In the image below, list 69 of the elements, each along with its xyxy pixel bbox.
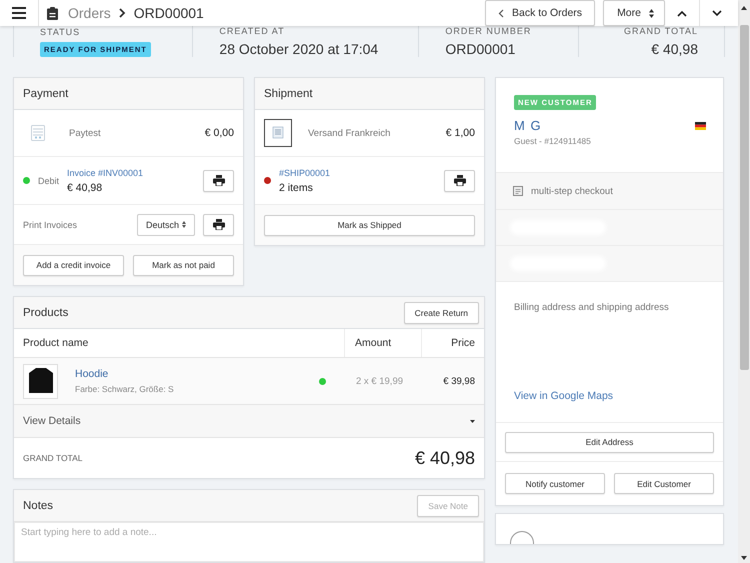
flag-icon xyxy=(695,122,706,130)
google-maps-link[interactable]: View in Google Maps xyxy=(514,390,705,402)
scroll-down-icon[interactable] xyxy=(741,556,747,560)
print-invoices-label: Print Invoices xyxy=(23,220,78,230)
invoice-link[interactable]: Invoice #INV00001 xyxy=(67,168,144,178)
printer-icon xyxy=(454,175,466,186)
summary-label: CREATED AT xyxy=(219,26,286,36)
printer-icon xyxy=(212,175,224,186)
scrollbar[interactable] xyxy=(738,0,750,563)
card-title: Notes xyxy=(23,500,54,512)
action-button[interactable]: Add a credit invoice xyxy=(23,254,124,276)
form-icon xyxy=(513,186,523,196)
package-label-icon xyxy=(264,119,292,147)
summary-label: ORDER NUMBER xyxy=(445,26,532,36)
create-return-button[interactable]: Create Return xyxy=(404,302,479,324)
price-cell-text: € 39,98 xyxy=(442,376,476,386)
grand-total-label: GRAND TOTAL xyxy=(23,453,83,463)
customer-action-button[interactable]: Notify customer xyxy=(505,473,605,494)
summary-value: € 40,98 xyxy=(651,41,698,57)
print-button[interactable] xyxy=(203,214,234,236)
summary-label: GRAND TOTAL xyxy=(624,26,698,36)
checkout-type: multi-step checkout xyxy=(531,186,613,196)
summary-value: 28 October 2020 at 17:04 xyxy=(219,41,380,57)
chevron-left-icon xyxy=(498,8,504,18)
hoodie-thumbnail xyxy=(23,364,58,398)
customer-action-button[interactable]: Edit Customer xyxy=(614,473,714,494)
column-header: Amount xyxy=(344,329,421,357)
action-button[interactable]: Mark as not paid xyxy=(133,254,234,276)
clipboard-icon xyxy=(47,6,58,20)
product-link[interactable]: Hoodie xyxy=(75,368,174,380)
amount-cell-text: 2 x € 19,99 xyxy=(355,376,404,386)
address-label: Billing address and shipping address xyxy=(514,302,670,313)
sort-caret-icon xyxy=(649,8,654,18)
print-button[interactable] xyxy=(203,170,234,192)
invoice-amount: € 40,98 xyxy=(67,182,104,194)
payment-status: Debit xyxy=(38,176,60,186)
customer-name[interactable]: M G xyxy=(514,118,542,133)
breadcrumb-link[interactable]: Orders xyxy=(68,5,111,21)
page-title: ORD00001 xyxy=(134,5,204,21)
summary-value: ORD00001 xyxy=(445,41,516,57)
guest-id: Guest - #124911485 xyxy=(514,136,592,146)
mark-shipped-button[interactable]: Mark as Shipped xyxy=(264,214,475,236)
card-title: Payment xyxy=(23,88,68,100)
shipping-amount: € 1,00 xyxy=(446,127,475,139)
card-title: Products xyxy=(23,306,68,318)
grand-total-value: € 40,98 xyxy=(414,448,475,468)
column-header: Price xyxy=(421,329,484,357)
column-header: Product name xyxy=(22,336,90,351)
card-reader-icon xyxy=(31,125,45,141)
card-title: Shipment xyxy=(264,88,313,100)
back-button[interactable]: Back to Orders xyxy=(485,0,596,26)
caret-down-icon xyxy=(470,420,475,422)
summary-label: STATUS xyxy=(40,26,82,36)
shipping-method: Versand Frankreich xyxy=(308,128,390,138)
shipment-link[interactable]: #SHIP00001 xyxy=(279,168,330,178)
chevron-right-icon xyxy=(118,8,126,18)
more-button[interactable]: More xyxy=(603,0,665,26)
print-button[interactable] xyxy=(444,170,475,192)
payment-amount: € 0,00 xyxy=(204,127,234,139)
printer-icon xyxy=(212,219,224,230)
item-count: 2 items xyxy=(279,182,314,194)
product-variant: Farbe: Schwarz, Größe: S xyxy=(75,384,174,394)
sort-caret-icon xyxy=(182,221,186,228)
note-input[interactable]: Start typing here to add a note... xyxy=(14,522,484,562)
payment-method: Paytest xyxy=(69,128,101,138)
edit-address-button[interactable]: Edit Address xyxy=(505,432,714,452)
view-details-toggle[interactable]: View Details xyxy=(14,405,484,438)
language-select[interactable]: Deutsch xyxy=(136,214,195,236)
scroll-up-icon[interactable] xyxy=(741,6,747,10)
